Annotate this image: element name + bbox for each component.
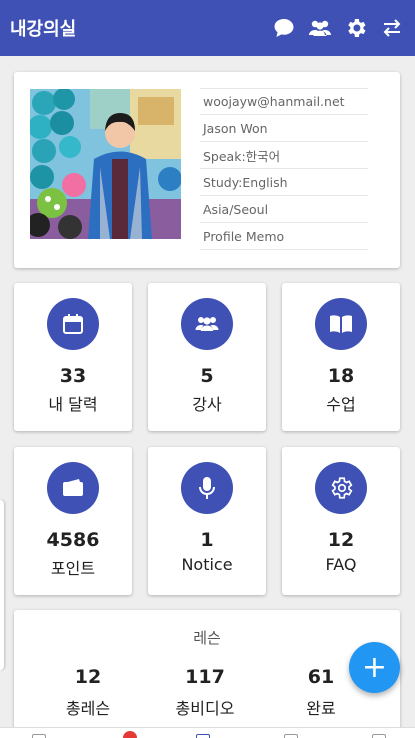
notification-badge [123,731,137,738]
swap-icon[interactable] [379,15,405,41]
wallet-icon [47,462,99,514]
plus-icon: + [361,649,388,685]
bottom-nav-chat-icon[interactable] [284,734,298,738]
tile-label: 강사 [192,395,222,414]
tile-classes[interactable]: 18 수업 [282,283,400,431]
bottom-nav-more-icon[interactable] [372,734,386,738]
tile-calendar[interactable]: 33 내 달력 [14,283,132,431]
profile-memo: Profile Memo [200,223,368,250]
tile-points[interactable]: 4586 포인트 [14,447,132,595]
profile-card[interactable]: woojayw@hanmail.net Jason Won Speak:한국어 … [14,72,400,268]
tile-count: 1 [200,529,214,551]
app-title: 내강의실 [10,19,77,40]
profile-speak: Speak:한국어 [200,142,368,169]
app-bar-actions [271,15,405,41]
book-icon [315,298,367,350]
tile-count: 5 [200,365,214,387]
group-icon[interactable] [307,15,333,41]
add-fab-button[interactable]: + [349,642,400,693]
tile-count: 4586 [46,529,100,551]
group-icon [181,298,233,350]
tile-label: 내 달력 [48,395,98,414]
profile-timezone: Asia/Seoul [200,196,368,223]
bottom-nav-active-icon[interactable] [196,734,210,738]
tile-faq[interactable]: 12 FAQ [282,447,400,595]
profile-photo[interactable] [30,89,181,239]
lesson-stat-value: 117 [185,666,225,688]
lesson-stat-label: 총비디오 [175,699,235,718]
profile-info-list: woojayw@hanmail.net Jason Won Speak:한국어 … [200,88,368,250]
lesson-stat-videos[interactable]: 117 총비디오 [150,666,260,719]
lesson-summary-card[interactable]: 레슨 12 총레슨 117 총비디오 61 완료 [14,610,400,738]
profile-email: woojayw@hanmail.net [200,88,368,115]
profile-name: Jason Won [200,115,368,142]
chat-icon[interactable] [271,15,297,41]
bottom-navigation [0,727,415,738]
lesson-stat-value: 12 [74,666,102,688]
tile-count: 33 [59,365,87,387]
calendar-icon [47,298,99,350]
tile-notice[interactable]: 1 Notice [148,447,266,595]
settings-icon[interactable] [343,15,369,41]
tile-label: FAQ [325,555,357,574]
lesson-stat-total[interactable]: 12 총레슨 [33,666,143,719]
lesson-stat-label: 완료 [306,699,336,718]
tile-count: 12 [327,529,355,551]
tile-label: 수업 [326,395,356,414]
tile-count: 18 [327,365,355,387]
lesson-stat-label: 총레슨 [65,699,111,718]
app-bar: 내강의실 [0,0,415,56]
tile-label: 포인트 [50,559,96,578]
gear-icon [315,462,367,514]
drawer-handle[interactable] [0,500,4,670]
bottom-nav-home-icon[interactable] [32,734,46,738]
profile-study: Study:English [200,169,368,196]
tile-label: Notice [181,555,233,574]
tile-teachers[interactable]: 5 강사 [148,283,266,431]
mic-icon [181,462,233,514]
lesson-title: 레슨 [193,629,221,647]
